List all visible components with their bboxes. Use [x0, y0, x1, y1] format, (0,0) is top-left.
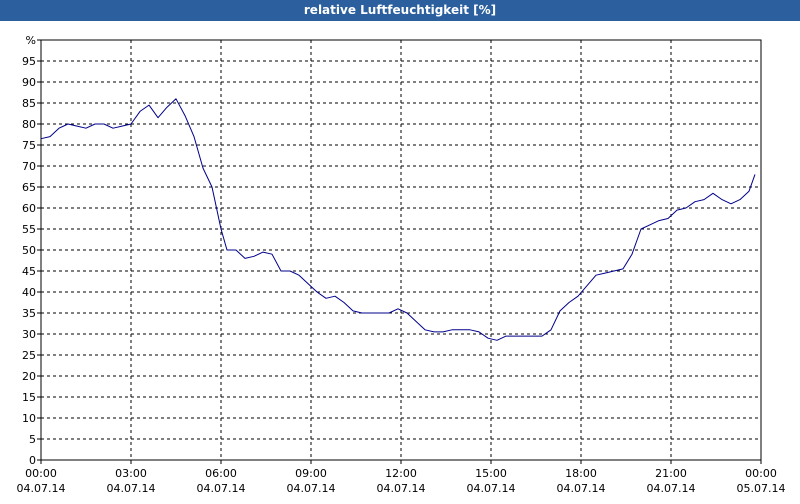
x-tick-time-label: 18:00 — [565, 467, 597, 480]
y-axis-label: % — [26, 34, 36, 47]
y-tick-label: 50 — [22, 244, 36, 257]
x-tick-date-label: 04.07.14 — [17, 482, 66, 495]
x-tick-date-label: 04.07.14 — [377, 482, 426, 495]
y-tick-label: 65 — [22, 181, 36, 194]
chart-area: 0 5 10 15 20 25 30 35 40 45 50 55 60 65 70 75 80 85 90 95% 0… — [0, 21, 800, 500]
humidity-series-line — [40, 98, 756, 341]
y-tick-label: 45 — [22, 265, 36, 278]
y-tick-label: 30 — [22, 328, 36, 341]
x-tick-date-label: 04.07.14 — [557, 482, 606, 495]
x-tick-time-label: 15:00 — [475, 467, 507, 480]
x-tick-time-label: 21:00 — [655, 467, 687, 480]
x-tick-date-label: 04.07.14 — [197, 482, 246, 495]
y-tick-label: 35 — [22, 307, 36, 320]
y-tick-label: 10 — [22, 412, 36, 425]
y-tick-label: 90 — [22, 76, 36, 89]
humidity-line-chart: 0 5 10 15 20 25 30 35 40 45 50 55 60 65 70 75 80 85 90 95% 0… — [17, 34, 786, 495]
x-tick-time-label: 06:00 — [205, 467, 237, 480]
y-tick-label: 20 — [22, 370, 36, 383]
y-tick-label: 0 — [29, 454, 36, 467]
y-tick-label: 80 — [22, 118, 36, 131]
x-tick-date-label: 04.07.14 — [647, 482, 696, 495]
x-tick-date-label: 04.07.14 — [287, 482, 336, 495]
y-tick-label: 55 — [22, 223, 36, 236]
y-tick-label: 5 — [29, 433, 36, 446]
y-tick-label: 85 — [22, 97, 36, 110]
x-tick-date-label: 04.07.14 — [467, 482, 516, 495]
chart-title: relative Luftfeuchtigkeit [%] — [0, 0, 800, 21]
x-tick-time-label: 00:00 — [25, 467, 57, 480]
y-tick-label: 95 — [22, 55, 36, 68]
y-tick-label: 70 — [22, 160, 36, 173]
y-tick-label: 75 — [22, 139, 36, 152]
x-tick-date-label: 05.07.14 — [737, 482, 786, 495]
x-tick-date-label: 04.07.14 — [107, 482, 156, 495]
y-tick-label: 15 — [22, 391, 36, 404]
x-tick-time-label: 12:00 — [385, 467, 417, 480]
y-tick-label: 25 — [22, 349, 36, 362]
x-tick-time-label: 09:00 — [295, 467, 327, 480]
y-tick-label: 60 — [22, 202, 36, 215]
x-tick-time-label: 03:00 — [115, 467, 147, 480]
y-tick-label: 40 — [22, 286, 36, 299]
x-tick-time-label: 00:00 — [745, 467, 777, 480]
chart-window: relative Luftfeuchtigkeit [%] 0 5 10 15 20 25… — [0, 0, 800, 500]
